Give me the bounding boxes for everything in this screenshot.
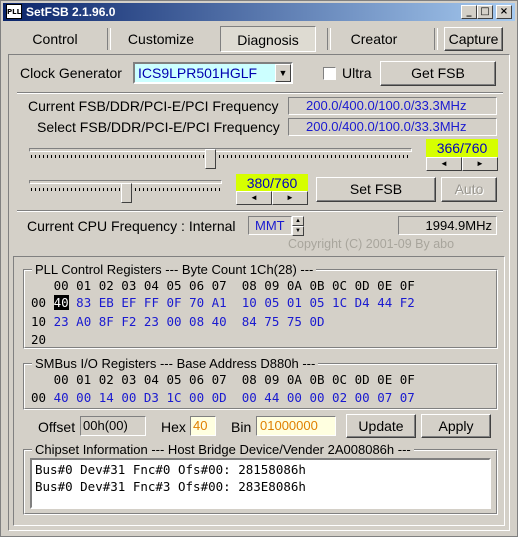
pll-column-header: 00 01 02 03 04 05 06 07 08 09 0A 0B 0C 0… bbox=[31, 278, 415, 293]
fsb-increase-icon[interactable]: ► bbox=[462, 157, 498, 171]
fine-decrease-icon[interactable]: ◄ bbox=[236, 191, 272, 205]
tab-creator[interactable]: Creator bbox=[331, 26, 417, 52]
fine-increase-icon[interactable]: ► bbox=[272, 191, 308, 205]
spin-up-icon[interactable]: ▲ bbox=[292, 216, 304, 226]
pll-selected-byte[interactable]: 40 bbox=[53, 295, 69, 310]
tab-customize[interactable]: Customize bbox=[113, 26, 209, 52]
minimize-icon[interactable]: _ bbox=[461, 5, 477, 19]
capture-button[interactable]: Capture bbox=[444, 27, 503, 51]
tab-divider bbox=[107, 28, 111, 50]
fsb-slider-track[interactable] bbox=[29, 148, 412, 152]
hex-label: Hex bbox=[161, 419, 186, 435]
chipset-info-title: Chipset Information --- Host Bridge Devi… bbox=[32, 442, 414, 457]
chipset-info-text[interactable]: Bus#0 Dev#31 Fnc#0 Ofs#00: 28158086h Bus… bbox=[30, 458, 491, 509]
hex-input[interactable]: 40 bbox=[190, 416, 216, 436]
cpu-source-value: MMT bbox=[248, 216, 292, 235]
pll-row-values[interactable]: 83 EB EF FF 0F 70 A1 10 05 01 05 1C D4 4… bbox=[69, 295, 415, 310]
smbus-row-address: 00 bbox=[31, 390, 47, 405]
pll-row-20: 20 bbox=[31, 332, 46, 347]
pll-row-10: 10 23 A0 8F F2 23 00 08 40 84 75 75 0D bbox=[31, 314, 325, 329]
pll-row-address: 20 bbox=[31, 332, 47, 347]
copyright-text: Copyright (C) 2001-09 By abo bbox=[288, 237, 455, 251]
fsb-decrease-icon[interactable]: ◄ bbox=[426, 157, 462, 171]
setfsb-window: PLL SetFSB 2.1.96.0 _ □ × Control Custom… bbox=[0, 0, 518, 537]
smbus-row-00: 00 40 00 14 00 D3 1C 00 0D 00 44 00 00 0… bbox=[31, 390, 415, 405]
cpu-frequency-label: Current CPU Frequency : Internal bbox=[27, 218, 236, 234]
auto-button[interactable]: Auto bbox=[441, 177, 497, 202]
pll-row-address: 00 bbox=[31, 295, 47, 310]
bin-input[interactable]: 01000000 bbox=[256, 416, 336, 436]
smbus-registers-title: SMBus I/O Registers --- Base Address D88… bbox=[32, 356, 319, 371]
tab-control[interactable]: Control bbox=[9, 26, 101, 52]
ultra-label: Ultra bbox=[342, 65, 372, 81]
clock-generator-label: Clock Generator bbox=[20, 65, 122, 81]
cpu-frequency-value: 1994.9MHz bbox=[398, 216, 497, 235]
clock-generator-select[interactable]: ICS9LPR501HGLF ▼ bbox=[133, 62, 293, 84]
ultra-checkbox[interactable] bbox=[323, 67, 336, 80]
smbus-column-header: 00 01 02 03 04 05 06 07 08 09 0A 0B 0C 0… bbox=[31, 372, 415, 387]
fsb-slider-ticks bbox=[31, 155, 411, 158]
pll-row-address: 10 bbox=[31, 314, 47, 329]
fine-slider-thumb[interactable] bbox=[121, 183, 132, 203]
clock-generator-value: ICS9LPR501HGLF bbox=[138, 65, 258, 81]
smbus-row-values[interactable]: 40 00 14 00 D3 1C 00 0D 00 44 00 00 02 0… bbox=[54, 390, 415, 405]
pll-registers-title: PLL Control Registers --- Byte Count 1Ch… bbox=[32, 262, 317, 277]
maximize-icon[interactable]: □ bbox=[477, 5, 493, 19]
divider bbox=[17, 92, 503, 94]
tab-divider bbox=[434, 28, 438, 50]
app-icon: PLL bbox=[6, 4, 22, 19]
pll-row-values[interactable]: 23 A0 8F F2 23 00 08 40 84 75 75 0D bbox=[54, 314, 325, 329]
apply-button[interactable]: Apply bbox=[421, 414, 491, 438]
close-icon[interactable]: × bbox=[496, 5, 512, 19]
current-frequency-value: 200.0/400.0/100.0/33.3MHz bbox=[288, 97, 497, 115]
chipset-line: Bus#0 Dev#31 Fnc#0 Ofs#00: 28158086h bbox=[35, 462, 306, 477]
title-bar[interactable]: PLL SetFSB 2.1.96.0 _ □ × bbox=[3, 3, 515, 21]
offset-value: 00h(00) bbox=[80, 416, 146, 436]
window-title: SetFSB 2.1.96.0 bbox=[26, 5, 116, 19]
current-frequency-label: Current FSB/DDR/PCI-E/PCI Frequency bbox=[28, 98, 279, 114]
bin-label: Bin bbox=[231, 419, 252, 435]
update-button[interactable]: Update bbox=[346, 414, 416, 438]
chipset-line: Bus#0 Dev#31 Fnc#3 Ofs#00: 283E8086h bbox=[35, 479, 306, 494]
select-frequency-label: Select FSB/DDR/PCI-E/PCI Frequency bbox=[37, 119, 280, 135]
get-fsb-button[interactable]: Get FSB bbox=[380, 61, 496, 86]
pll-row-00: 00 40 83 EB EF FF 0F 70 A1 10 05 01 05 1… bbox=[31, 295, 415, 310]
fsb-slider-readout: 366/760 bbox=[426, 139, 498, 157]
offset-label: Offset bbox=[38, 419, 76, 435]
fsb-slider-thumb[interactable] bbox=[205, 149, 217, 169]
set-fsb-button[interactable]: Set FSB bbox=[316, 177, 436, 202]
chevron-down-icon[interactable]: ▼ bbox=[275, 64, 291, 82]
fine-slider-readout: 380/760 bbox=[236, 174, 308, 192]
divider bbox=[17, 210, 503, 212]
tab-diagnosis[interactable]: Diagnosis bbox=[220, 26, 316, 52]
select-frequency-value: 200.0/400.0/100.0/33.3MHz bbox=[288, 118, 497, 136]
spin-down-icon[interactable]: ▼ bbox=[292, 226, 304, 236]
